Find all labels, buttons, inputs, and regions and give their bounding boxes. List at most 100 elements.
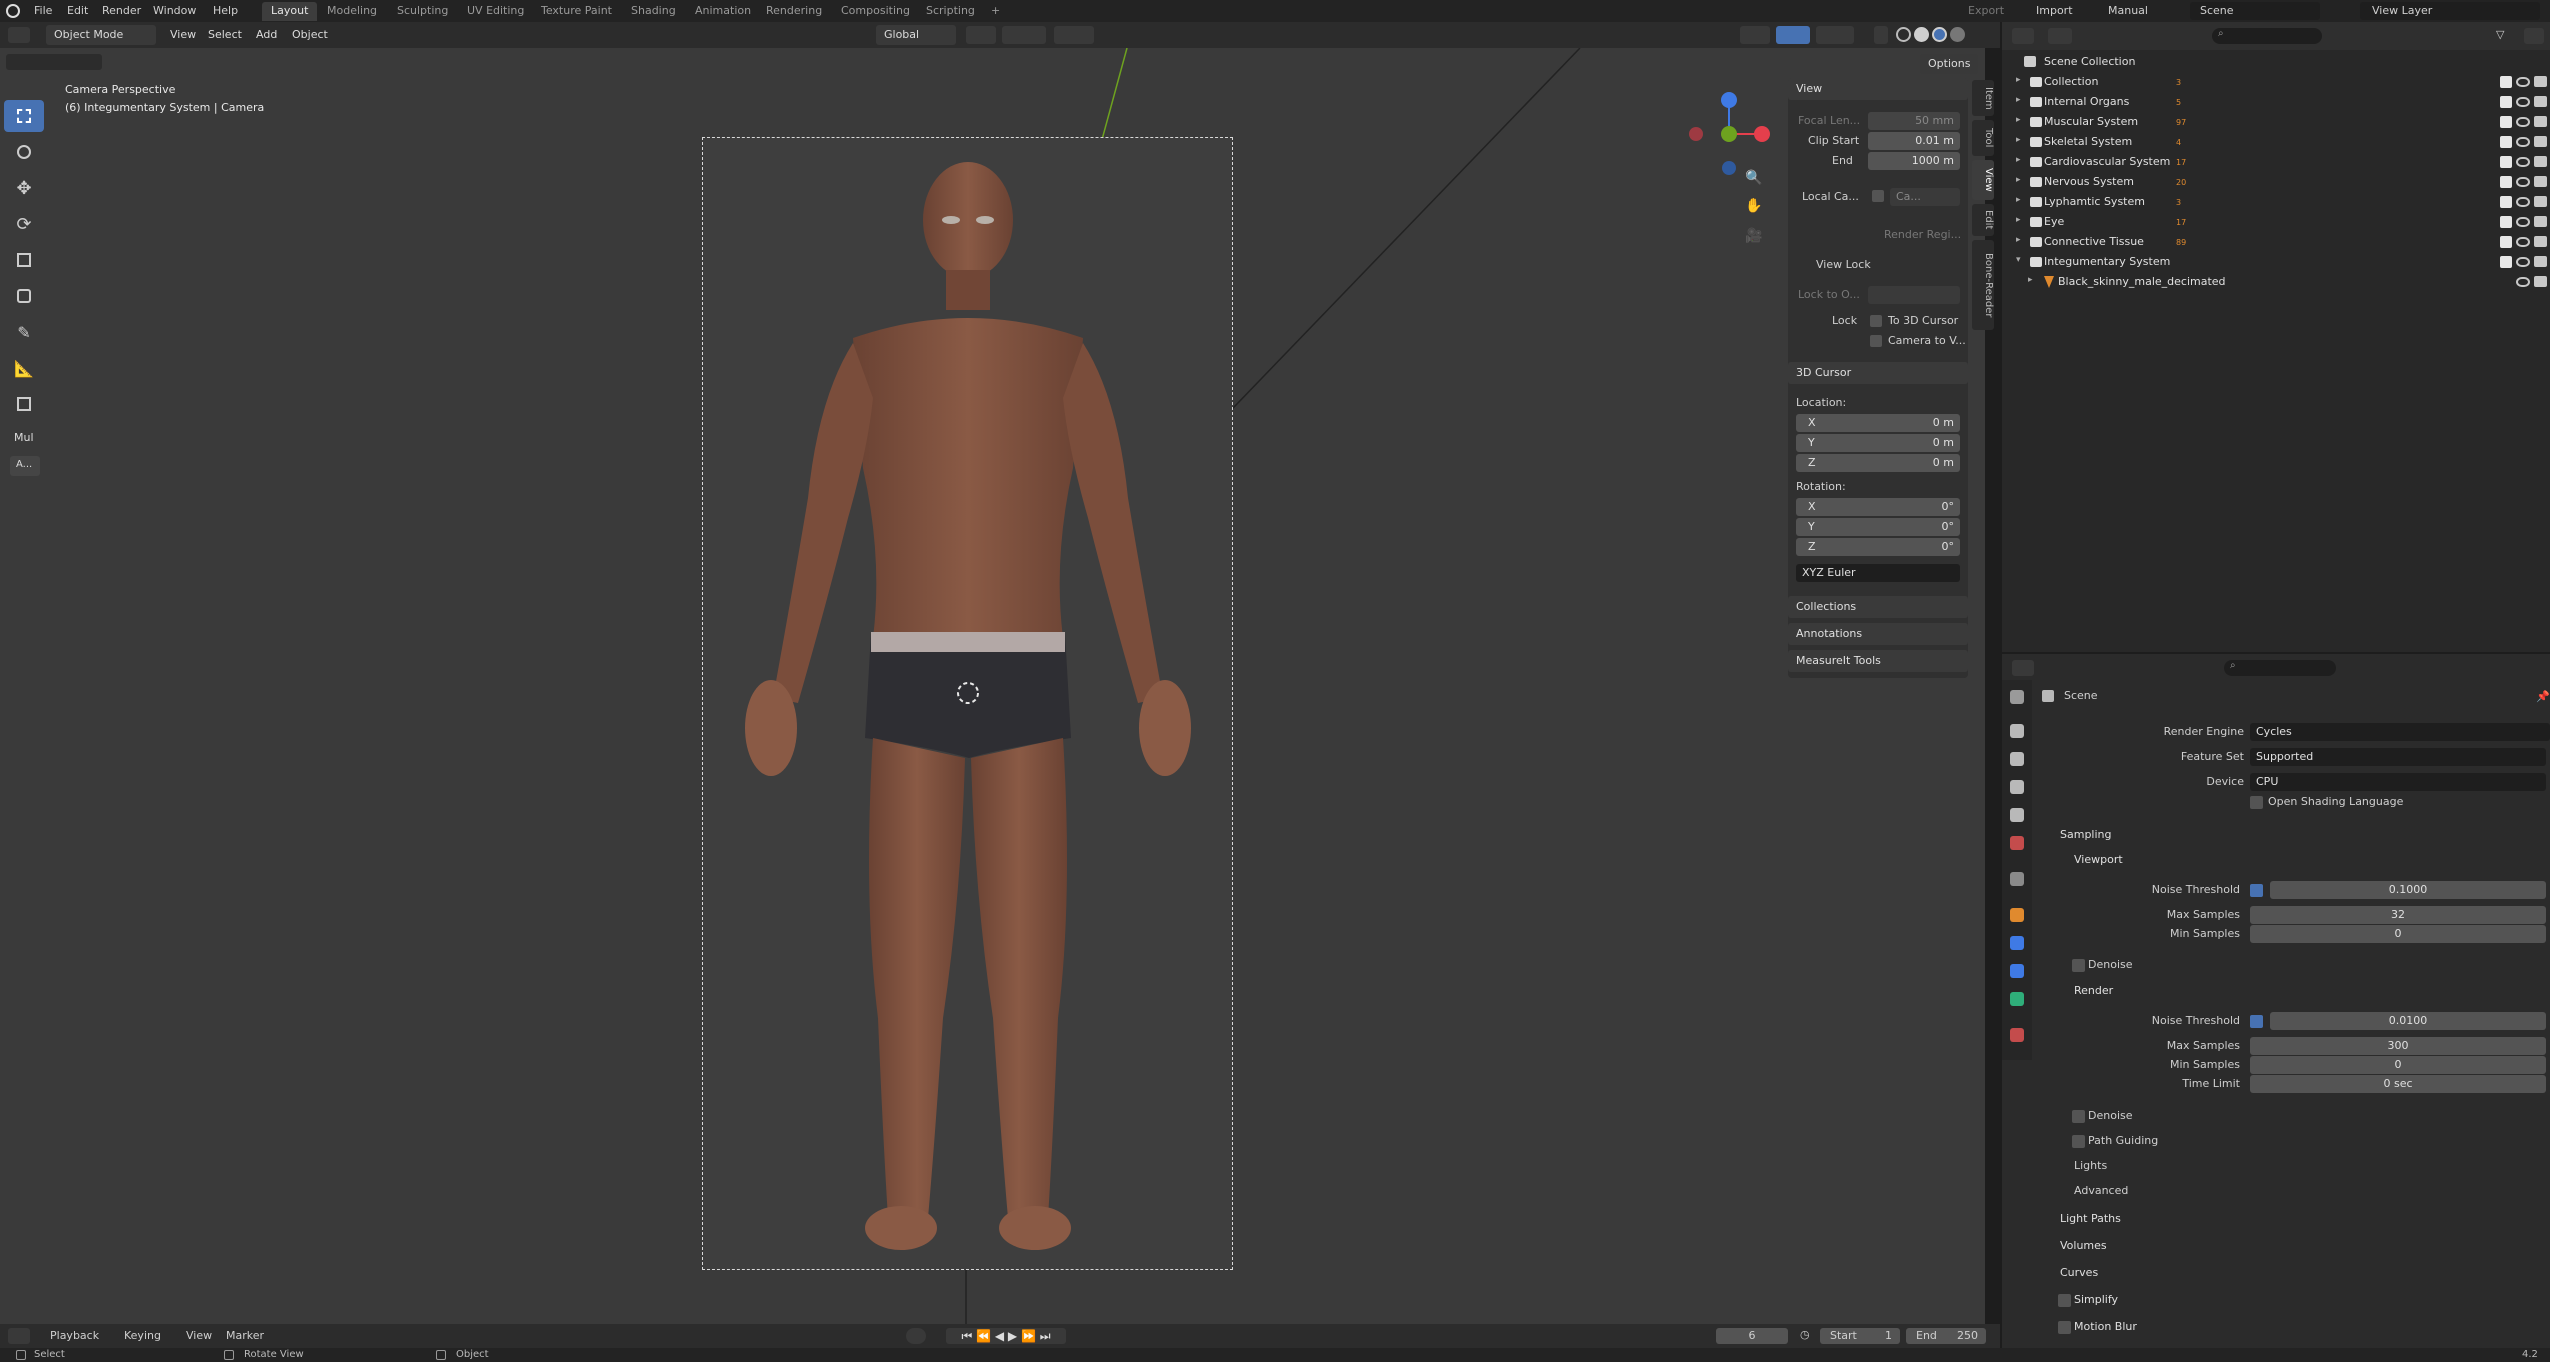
cursor-rot-y-field[interactable]: Y 0° (1796, 518, 1960, 536)
collection-tab-icon[interactable] (2010, 872, 2024, 886)
tree-item-collection[interactable]: ▸ Lyphamtic System 3 (2002, 192, 2550, 212)
collections-section-header[interactable]: Collections (1788, 596, 1968, 618)
vp-min-samples-field[interactable]: 0 (2250, 925, 2546, 943)
camera-to-view-checkbox[interactable] (1870, 335, 1882, 347)
r-denoise-label[interactable]: Denoise (2088, 1109, 2133, 1123)
blender-logo-icon[interactable] (6, 4, 20, 18)
clock-icon[interactable]: ◷ (1800, 1328, 1816, 1344)
render-region-label[interactable]: Render Regi... (1884, 228, 1961, 242)
path-guiding-checkbox[interactable] (2072, 1135, 2085, 1148)
exclude-checkbox[interactable] (2500, 236, 2512, 248)
tree-item-mesh[interactable]: ▸ Black_skinny_male_decimated (2002, 272, 2550, 292)
expand-arrow-icon[interactable]: ▸ (2028, 275, 2033, 285)
texture-tab-icon[interactable] (2010, 1028, 2024, 1042)
exclude-checkbox[interactable] (2500, 96, 2512, 108)
eye-icon[interactable] (2516, 237, 2530, 247)
to-3d-cursor-checkbox[interactable] (1870, 315, 1882, 327)
menu-select[interactable]: Select (208, 28, 242, 41)
zoom-icon[interactable]: 🔍 (1745, 170, 1765, 190)
3d-viewport[interactable]: Camera Perspective (6) Integumentary Sys… (0, 48, 1985, 1324)
volumes-section-header[interactable]: Volumes (2060, 1239, 2107, 1253)
eye-icon[interactable] (2516, 117, 2530, 127)
time-limit-field[interactable]: 0 sec (2250, 1075, 2546, 1093)
tool-section-label[interactable]: Mul (14, 431, 34, 445)
menu-object[interactable]: Object (292, 28, 328, 41)
menu-render[interactable]: Render (102, 4, 141, 18)
navigation-gizmo[interactable] (1680, 88, 1780, 198)
view-section-header[interactable]: View (1788, 78, 1968, 100)
render-subsection-header[interactable]: Render (2074, 984, 2113, 998)
timeline-editor-type-icon[interactable] (8, 1328, 30, 1344)
properties-search-input[interactable]: ⌕ (2224, 660, 2336, 676)
tab-modeling[interactable]: Modeling (318, 2, 386, 21)
tab-item[interactable]: Item (1972, 80, 1994, 116)
cursor-tool-icon[interactable] (4, 136, 44, 168)
cursor-rot-z-field[interactable]: Z 0° (1796, 538, 1960, 556)
tree-item-collection[interactable]: ▾ Integumentary System (2002, 252, 2550, 272)
options-dropdown[interactable]: Options (1920, 54, 1978, 74)
expand-arrow-icon[interactable]: ▾ (2016, 255, 2021, 265)
exclude-checkbox[interactable] (2500, 256, 2512, 268)
render-camera-icon[interactable] (2534, 176, 2547, 187)
measureit-section-header[interactable]: MeasureIt Tools (1788, 650, 1968, 672)
xray-icon[interactable] (1874, 26, 1888, 44)
tool-tab-icon[interactable] (2010, 690, 2024, 704)
render-camera-icon[interactable] (2534, 116, 2547, 127)
lock-to-object-field[interactable] (1868, 286, 1960, 304)
exclude-checkbox[interactable] (2500, 156, 2512, 168)
eye-icon[interactable] (2516, 217, 2530, 227)
viewport-subsection-header[interactable]: Viewport (2074, 853, 2123, 867)
material-shading-icon[interactable] (1932, 27, 1947, 42)
record-icon[interactable] (906, 1328, 926, 1344)
object-data-tab-icon[interactable] (2010, 992, 2024, 1006)
tab-uv-editing[interactable]: UV Editing (458, 2, 533, 21)
solid-shading-icon[interactable] (1914, 27, 1929, 42)
current-frame-field[interactable]: 6 (1716, 1328, 1788, 1344)
eye-icon[interactable] (2516, 257, 2530, 267)
device-select[interactable]: CPU (2250, 773, 2546, 791)
filter-icon[interactable]: ▽ (2496, 28, 2516, 44)
human-model[interactable] (703, 138, 1234, 1271)
tree-item-collection[interactable]: ▸ Skeletal System 4 (2002, 132, 2550, 152)
menu-playback[interactable]: Playback (50, 1329, 99, 1343)
r-max-samples-field[interactable]: 300 (2250, 1037, 2546, 1055)
render-camera-icon[interactable] (2534, 216, 2547, 227)
render-engine-select[interactable]: Cycles (2250, 723, 2546, 741)
tab-compositing[interactable]: Compositing (832, 2, 919, 21)
view-layer-tab-icon[interactable] (2010, 780, 2024, 794)
snap-icon[interactable] (1002, 26, 1046, 44)
tree-item-scene-collection[interactable]: Scene Collection (2002, 52, 2550, 72)
tab-animation[interactable]: Animation (686, 2, 760, 21)
rotation-mode-dropdown[interactable]: XYZ Euler (1796, 564, 1960, 582)
expand-arrow-icon[interactable]: ▸ (2016, 155, 2021, 165)
exclude-checkbox[interactable] (2500, 116, 2512, 128)
tab-layout[interactable]: Layout (262, 2, 318, 21)
export-button[interactable]: Export (1968, 4, 2004, 18)
tab-shading[interactable]: Shading (622, 2, 685, 21)
expand-arrow-icon[interactable]: ▸ (2016, 195, 2021, 205)
overlay-toggle-icon[interactable] (1816, 26, 1854, 44)
menu-keying[interactable]: Keying (124, 1329, 161, 1343)
menu-file[interactable]: File (34, 4, 52, 18)
eye-icon[interactable] (2516, 177, 2530, 187)
exclude-checkbox[interactable] (2500, 76, 2512, 88)
expand-arrow-icon[interactable]: ▸ (2016, 75, 2021, 85)
exclude-checkbox[interactable] (2500, 216, 2512, 228)
modifier-tab-icon[interactable] (2010, 936, 2024, 950)
menu-edit[interactable]: Edit (67, 4, 88, 18)
scene-selector[interactable]: Scene (2190, 2, 2320, 20)
scene-tab-icon[interactable] (2010, 808, 2024, 822)
curves-section-header[interactable]: Curves (2060, 1266, 2098, 1280)
vp-noise-threshold-checkbox[interactable] (2250, 884, 2263, 897)
clip-start-field[interactable]: 0.01 m (1868, 132, 1960, 150)
world-tab-icon[interactable] (2010, 836, 2024, 850)
menu-view[interactable]: View (170, 28, 196, 41)
cursor-loc-z-field[interactable]: Z 0 m (1796, 454, 1960, 472)
tab-rendering[interactable]: Rendering (757, 2, 831, 21)
cursor-rot-x-field[interactable]: X 0° (1796, 498, 1960, 516)
tree-item-collection[interactable]: ▸ Internal Organs 5 (2002, 92, 2550, 112)
render-camera-icon[interactable] (2534, 76, 2547, 87)
exclude-checkbox[interactable] (2500, 136, 2512, 148)
add-cube-tool-icon[interactable] (4, 388, 44, 420)
tree-item-collection[interactable]: ▸ Collection 3 (2002, 72, 2550, 92)
